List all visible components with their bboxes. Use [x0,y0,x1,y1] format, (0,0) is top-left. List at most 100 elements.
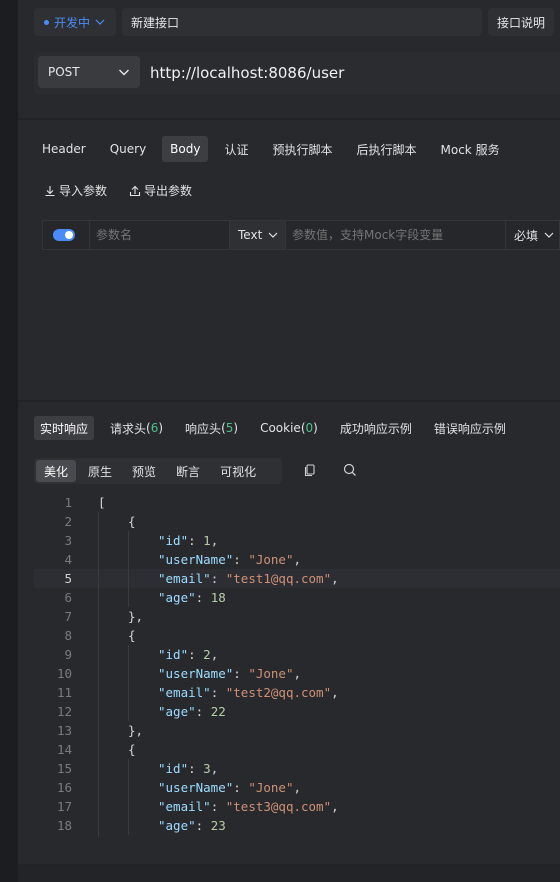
indent-guide [98,588,99,607]
tab-request-4[interactable]: 预执行脚本 [264,136,340,162]
indent-guide [128,588,129,607]
code-text: "email": "test3@qq.com", [158,799,339,814]
view-mode-4[interactable]: 可视化 [212,460,264,482]
code-text: "age": 18 [158,590,226,605]
tab-request-5[interactable]: 后执行脚本 [349,136,425,162]
code-line: 3 "id": 1, [34,531,560,550]
indent-guide [98,683,99,702]
api-name-input[interactable] [122,8,482,36]
indent-guide [98,759,99,778]
param-row: Text 必填 [42,220,560,250]
indent-guide [128,816,129,835]
import-params-button[interactable]: 导入参数 [44,182,107,199]
chevron-down-icon [119,69,129,76]
import-params-label: 导入参数 [59,184,108,198]
tab-realtime-response[interactable]: 实时响应 [34,416,95,440]
indent-guide [128,569,129,588]
line-number: 19 [34,835,72,837]
view-mode-bar: 美化 原生 预览 断言 可视化 [34,458,282,484]
code-line: 12 "age": 22 [34,702,560,721]
params-panel [18,120,560,400]
chevron-down-icon [268,232,278,238]
line-number: 18 [56,818,72,833]
code-line: 11 "email": "test2@qq.com", [34,683,560,702]
view-mode-3[interactable]: 断言 [168,460,208,482]
indent-guide [128,531,129,550]
download-icon [45,185,55,196]
indent-guide [98,550,99,569]
tab-response-headers[interactable]: 响应头(5) [179,416,244,440]
indent-guide [98,778,99,797]
cookie-label: Cookie [260,421,301,435]
code-line: 18 "age": 23 [34,816,560,835]
code-line: 14 { [34,740,560,759]
param-type-select[interactable]: Text [229,221,285,249]
export-params-button[interactable]: 导出参数 [129,182,192,199]
code-line: 5 "email": "test1@qq.com", [34,569,560,588]
line-number: 5 [64,571,72,586]
code-line: 19} [34,835,560,837]
indent-guide [98,531,99,550]
code-text: "email": "test2@qq.com", [158,685,339,700]
code-text: "age": 23 [158,818,226,833]
param-required-select[interactable]: 必填 [505,221,559,249]
line-number: 4 [64,552,72,567]
method-label: POST [48,65,80,79]
code-text: "userName": "Jone", [158,666,302,681]
code-text: "userName": "Jone", [158,780,302,795]
method-select[interactable]: POST [38,56,140,88]
export-params-label: 导出参数 [144,184,193,198]
indent-guide [98,626,99,645]
indent-guide [128,645,129,664]
tab-request-6[interactable]: Mock 服务 [433,136,508,162]
line-number: 1 [64,495,72,510]
search-icon[interactable] [342,462,358,478]
indent-guide [128,778,129,797]
line-number: 14 [56,742,72,757]
environment-select[interactable]: 开发中 [34,8,116,36]
url-bar: POST [34,52,560,94]
response-headers-count: 5 [225,421,234,435]
tab-success-example[interactable]: 成功响应示例 [334,416,418,440]
line-number: 8 [64,628,72,643]
response-code-editor[interactable]: 1[2{3 "id": 1, 4 "userName": "Jone", 5 "email… [34,493,560,837]
tab-request-3[interactable]: 认证 [216,136,256,162]
param-name-input[interactable] [89,221,229,249]
code-text: } [128,835,136,837]
tab-request-1[interactable]: Query [102,136,154,162]
code-text: "userName": "Jone", [158,552,302,567]
param-value-input[interactable] [285,221,505,249]
code-line: 15 "id": 3, [34,759,560,778]
line-number: 9 [64,647,72,662]
tab-error-example[interactable]: 错误响应示例 [428,416,512,440]
tab-request-0[interactable]: Header [34,136,94,162]
url-input[interactable] [150,58,550,88]
indent-guide [128,759,129,778]
code-text: "id": 1, [158,533,219,548]
response-tabs: 实时响应 请求头(6) 响应头(5) Cookie(0) 成功响应示例 错误响应… [34,416,522,440]
cookie-count: 0 [305,421,314,435]
indent-guide [128,683,129,702]
api-doc-button[interactable]: 接口说明 [488,8,554,36]
line-number: 7 [64,609,72,624]
code-text: { [128,628,136,643]
tab-request-headers[interactable]: 请求头(6) [104,416,169,440]
view-mode-2[interactable]: 预览 [124,460,164,482]
indent-guide [98,702,99,721]
indent-guide [98,607,99,626]
line-number: 15 [56,761,72,776]
view-mode-0[interactable]: 美化 [36,460,77,482]
param-enabled-toggle[interactable] [53,229,75,241]
indent-guide [128,797,129,816]
tab-cookie[interactable]: Cookie(0) [254,416,324,440]
tab-request-2[interactable]: Body [162,136,209,162]
code-line: 8{ [34,626,560,645]
line-number: 3 [64,533,72,548]
copy-icon[interactable] [302,462,318,478]
view-mode-1[interactable]: 原生 [80,460,120,482]
param-type-label: Text [238,228,263,242]
indent-guide [98,816,99,835]
left-strip [0,0,18,882]
code-text: }, [128,723,144,738]
code-line: 9 "id": 2, [34,645,560,664]
